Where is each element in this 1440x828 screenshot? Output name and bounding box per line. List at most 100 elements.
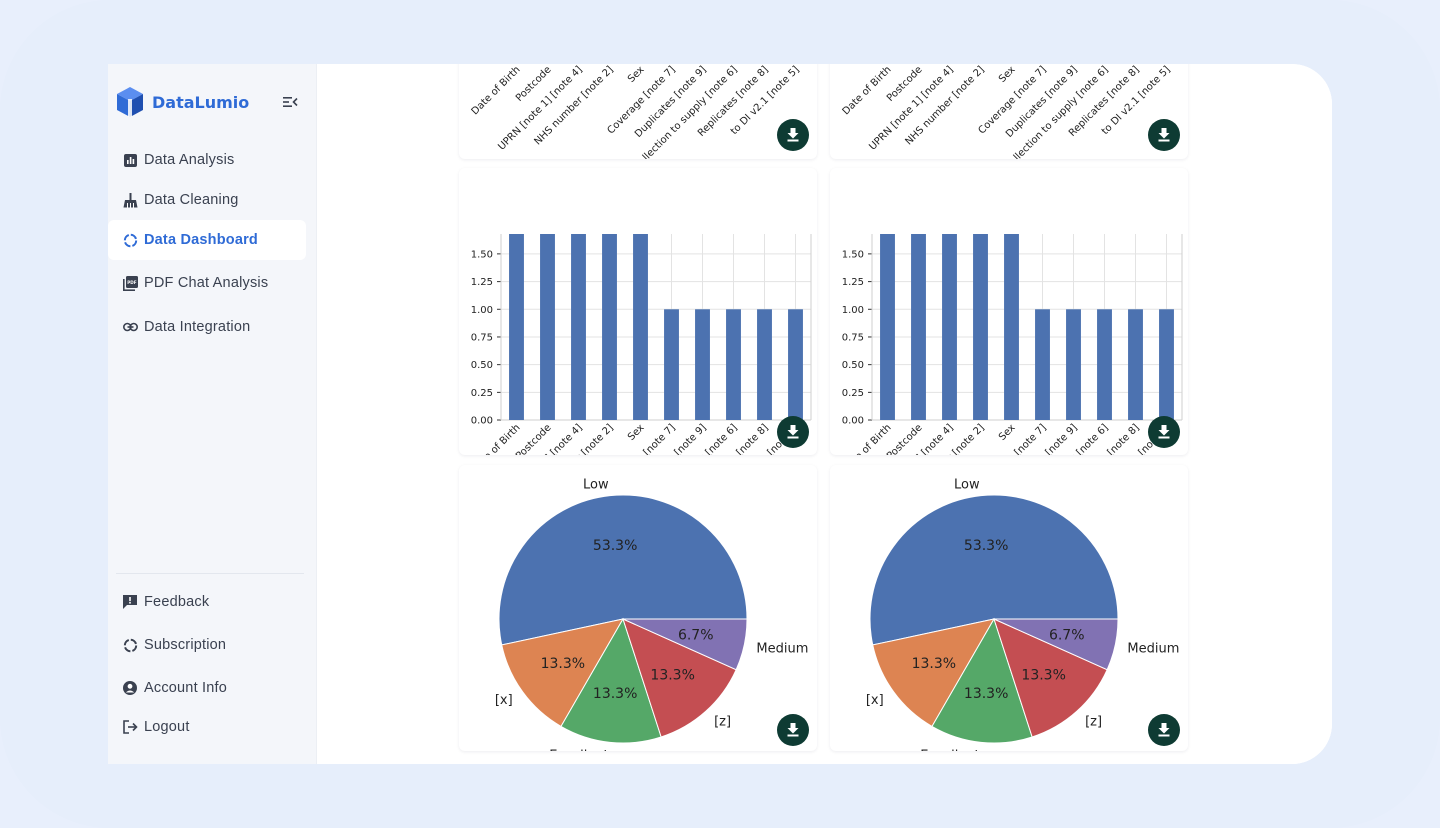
bar — [602, 234, 617, 420]
pie-category-label: [x] — [495, 693, 513, 708]
bar — [664, 309, 679, 420]
sidebar-item-account-info[interactable]: Account Info — [108, 668, 306, 708]
pie-percent-label: 53.3% — [964, 538, 1008, 554]
pie-percent-label: 6.7% — [678, 628, 714, 644]
y-tick-label: 1.00 — [471, 305, 493, 316]
pie-percent-label: 13.3% — [1021, 667, 1065, 683]
sidebar-item-label: Data Integration — [144, 319, 251, 335]
sidebar-item-label: Data Dashboard — [144, 232, 258, 248]
y-tick-label: 1.50 — [471, 249, 493, 260]
bar — [1066, 309, 1081, 420]
pie-percent-label: 13.3% — [541, 656, 585, 672]
bar-chart-icon — [122, 152, 138, 168]
y-tick-label: 1.50 — [842, 249, 864, 260]
pie-category-label: [x] — [866, 693, 884, 708]
sidebar-item-label: Subscription — [144, 637, 227, 653]
cube-logo-icon — [117, 87, 143, 117]
sidebar: DataLumio Data Analysis Data Cleaning Da… — [108, 64, 317, 764]
sidebar-item-label: Account Info — [144, 680, 228, 696]
pie-chart: 53.3% Low 13.3% [x] 13.3% Excellent 13.3% [z] 6.… — [495, 477, 809, 751]
pie-category-label: Low — [583, 477, 609, 492]
bar — [1004, 234, 1019, 420]
pie-category-label: Low — [954, 477, 980, 492]
bar — [880, 234, 895, 420]
bar — [695, 309, 710, 420]
x-tick-label: Sex — [997, 64, 1018, 85]
bar — [509, 234, 524, 420]
sidebar-item-data-integration[interactable]: Data Integration — [108, 307, 306, 347]
y-tick-label: 1.25 — [842, 277, 864, 288]
bar — [1097, 309, 1112, 420]
bar — [571, 234, 586, 420]
y-tick-label: 0.75 — [471, 332, 493, 343]
x-tick-label: Date of Birth — [841, 422, 894, 455]
pie-category-label: [z] — [714, 715, 731, 730]
x-tick-label: Date of Birth — [841, 64, 894, 117]
sidebar-item-data-cleaning[interactable]: Data Cleaning — [108, 180, 306, 220]
x-tick-label: Sex — [626, 64, 647, 85]
download-icon — [1158, 425, 1170, 439]
download-icon — [787, 128, 799, 142]
pie-percent-label: 13.3% — [964, 686, 1008, 702]
pie-category-label: [z] — [1085, 715, 1102, 730]
download-button[interactable] — [777, 416, 809, 448]
x-tick-label: Date of Birth — [470, 64, 523, 117]
download-button[interactable] — [777, 714, 809, 746]
sidebar-item-data-dashboard[interactable]: Data Dashboard — [108, 220, 306, 260]
bar-chart-partial: Date of BirthPostcodeUPRN [note 1] [note… — [470, 64, 802, 159]
app-window: DataLumio Data Analysis Data Cleaning Da… — [108, 64, 1332, 764]
brand-logo[interactable]: DataLumio — [116, 86, 249, 118]
sidebar-item-subscription[interactable]: Subscription — [108, 625, 306, 665]
y-tick-label: 0.50 — [471, 360, 493, 371]
sidebar-item-data-analysis[interactable]: Data Analysis — [108, 140, 306, 180]
download-button[interactable] — [1148, 119, 1180, 151]
pie-category-label: Medium — [756, 642, 808, 657]
svg-text:PDF: PDF — [127, 280, 137, 285]
sidebar-divider — [116, 573, 304, 574]
subscription-icon — [122, 637, 138, 653]
pie-percent-label: 13.3% — [593, 686, 637, 702]
sidebar-item-pdf-chat-analysis[interactable]: PDF PDF Chat Analysis — [108, 263, 306, 303]
y-tick-label: 0.00 — [842, 416, 864, 427]
account-icon — [122, 680, 138, 696]
bar — [973, 234, 988, 420]
sidebar-item-logout[interactable]: Logout — [108, 707, 306, 747]
collapse-sidebar-icon[interactable] — [282, 94, 298, 110]
pie-category-label: Excellent — [549, 749, 608, 751]
x-tick-label: Date of Birth — [470, 422, 523, 455]
chart-card: 53.3% Low 13.3% [x] 13.3% Excellent 13.3% [z] 6.… — [830, 465, 1188, 751]
download-icon — [787, 425, 799, 439]
bar — [726, 309, 741, 420]
feedback-icon — [122, 594, 138, 610]
dashboard-content[interactable]: Date of Birth Postcode UPRN [note 1] [note… — [317, 64, 1332, 764]
download-button[interactable] — [1148, 416, 1180, 448]
bar — [540, 234, 555, 420]
y-tick-label: 0.50 — [842, 360, 864, 371]
y-tick-label: 0.00 — [471, 416, 493, 427]
chart-card: 53.3% Low 13.3% [x] 13.3% Excellent 13.3% [z] 6.… — [459, 465, 817, 751]
bar — [1159, 309, 1174, 420]
y-tick-label: 0.75 — [842, 332, 864, 343]
sidebar-item-feedback[interactable]: Feedback — [108, 582, 306, 622]
download-icon — [787, 723, 799, 737]
download-button[interactable] — [777, 119, 809, 151]
bar-chart-partial: Date of BirthPostcodeUPRN [note 1] [note… — [841, 64, 1173, 159]
pie-percent-label: 6.7% — [1049, 628, 1085, 644]
bar-chart: 0.00 0.25 0.50 0.75 1.00 1.25 1.50 Date of Birt… — [841, 234, 1183, 455]
bar — [1128, 309, 1143, 420]
pie-category-label: Excellent — [920, 749, 979, 751]
app-name: DataLumio — [152, 92, 250, 112]
bar — [757, 309, 772, 420]
chart-card: Date of Birth Postcode UPRN [note 1] [note… — [830, 64, 1188, 159]
broom-icon — [122, 192, 138, 208]
pie-percent-label: 53.3% — [593, 538, 637, 554]
download-button[interactable] — [1148, 714, 1180, 746]
x-tick-label: Sex — [997, 422, 1018, 443]
chart-card: 0.00 0.25 0.50 0.75 1.00 1.25 1.50 Date of Birt… — [830, 168, 1188, 455]
link-icon — [122, 319, 138, 335]
x-tick-label: Postcode — [885, 422, 925, 455]
dashboard-ring-icon — [122, 232, 138, 248]
sidebar-item-label: Logout — [144, 719, 190, 735]
pie-category-label: Medium — [1127, 642, 1179, 657]
pdf-icon: PDF — [122, 275, 138, 291]
